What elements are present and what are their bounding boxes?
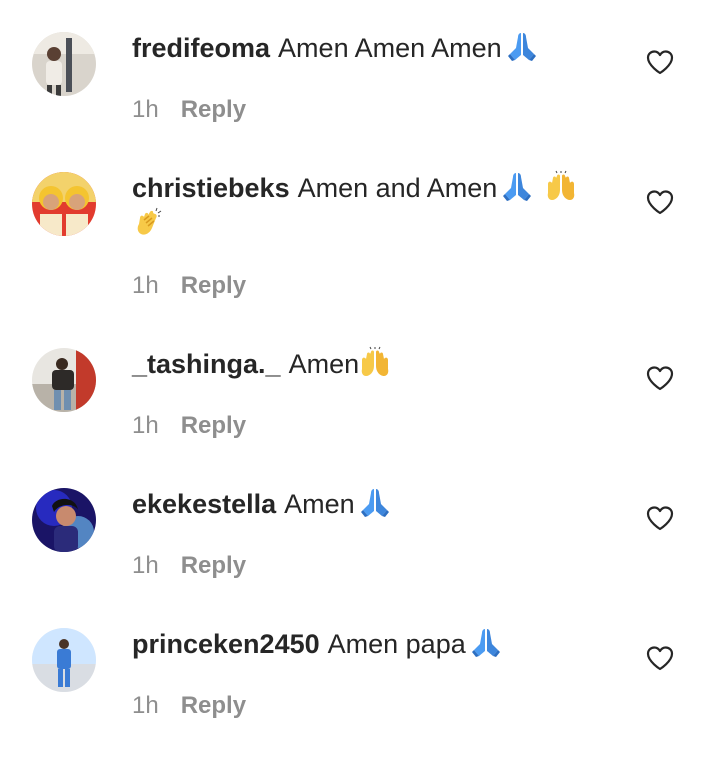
reply-button[interactable]: Reply <box>181 692 246 719</box>
comment-text-line: fredifeoma Amen Amen Amen <box>132 30 602 66</box>
like-button[interactable] <box>644 46 676 78</box>
comment-text: Amen and Amen <box>297 173 498 203</box>
heart-outline-icon <box>646 506 674 531</box>
reply-button[interactable]: Reply <box>181 96 246 123</box>
like-button[interactable] <box>644 642 676 674</box>
comment-text-line: ekekestella Amen <box>132 486 602 522</box>
comment-text: Amen <box>284 489 355 519</box>
comment-meta: 1h Reply <box>132 552 246 580</box>
comment-username[interactable]: _tashinga._ <box>132 349 281 379</box>
heart-outline-icon <box>646 50 674 75</box>
comment-meta: 1h Reply <box>132 412 246 440</box>
comment-text: Amen papa <box>327 629 466 659</box>
like-button[interactable] <box>644 502 676 534</box>
comment-meta: 1h Reply <box>132 272 246 300</box>
comment-text-line: princeken2450 Amen papa <box>132 626 602 662</box>
comment-username[interactable]: fredifeoma <box>132 33 270 63</box>
comment-body: fredifeoma Amen Amen Amen <box>132 30 602 66</box>
comment-timestamp: 1h <box>132 552 159 579</box>
folded-hands-emoji <box>470 626 502 658</box>
comment-username[interactable]: ekekestella <box>132 489 276 519</box>
raising-hands-emoji <box>545 170 577 202</box>
like-button[interactable] <box>644 186 676 218</box>
avatar[interactable] <box>32 628 96 692</box>
avatar[interactable] <box>32 348 96 412</box>
comment-meta: 1h Reply <box>132 96 246 124</box>
avatar[interactable] <box>32 172 96 236</box>
like-button[interactable] <box>644 362 676 394</box>
avatar[interactable] <box>32 488 96 552</box>
reply-button[interactable]: Reply <box>181 552 246 579</box>
folded-hands-emoji <box>506 30 538 62</box>
comment-username[interactable]: christiebeks <box>132 173 290 203</box>
comment-text: Amen <box>288 349 360 379</box>
clapping-hands-emoji <box>132 206 164 238</box>
avatar[interactable] <box>32 32 96 96</box>
comment-timestamp: 1h <box>132 96 159 123</box>
raising-hands-emoji <box>359 346 391 378</box>
folded-hands-emoji <box>501 170 533 202</box>
comment-text-line: _tashinga._ Amen <box>132 346 602 382</box>
heart-outline-icon <box>646 190 674 215</box>
comment-body: princeken2450 Amen papa <box>132 626 602 662</box>
heart-outline-icon <box>646 646 674 671</box>
comment-body: _tashinga._ Amen <box>132 346 602 382</box>
comment-timestamp: 1h <box>132 692 159 719</box>
folded-hands-emoji <box>359 486 391 518</box>
comment-timestamp: 1h <box>132 272 159 299</box>
reply-button[interactable]: Reply <box>181 272 246 299</box>
heart-outline-icon <box>646 366 674 391</box>
comment-text-line: christiebeks Amen and Amen <box>132 170 602 242</box>
comment-meta: 1h Reply <box>132 692 246 720</box>
comment-text: Amen Amen Amen <box>278 33 502 63</box>
comment-body: christiebeks Amen and Amen <box>132 170 602 242</box>
comment-body: ekekestella Amen <box>132 486 602 522</box>
comment-username[interactable]: princeken2450 <box>132 629 320 659</box>
reply-button[interactable]: Reply <box>181 412 246 439</box>
comment-timestamp: 1h <box>132 412 159 439</box>
